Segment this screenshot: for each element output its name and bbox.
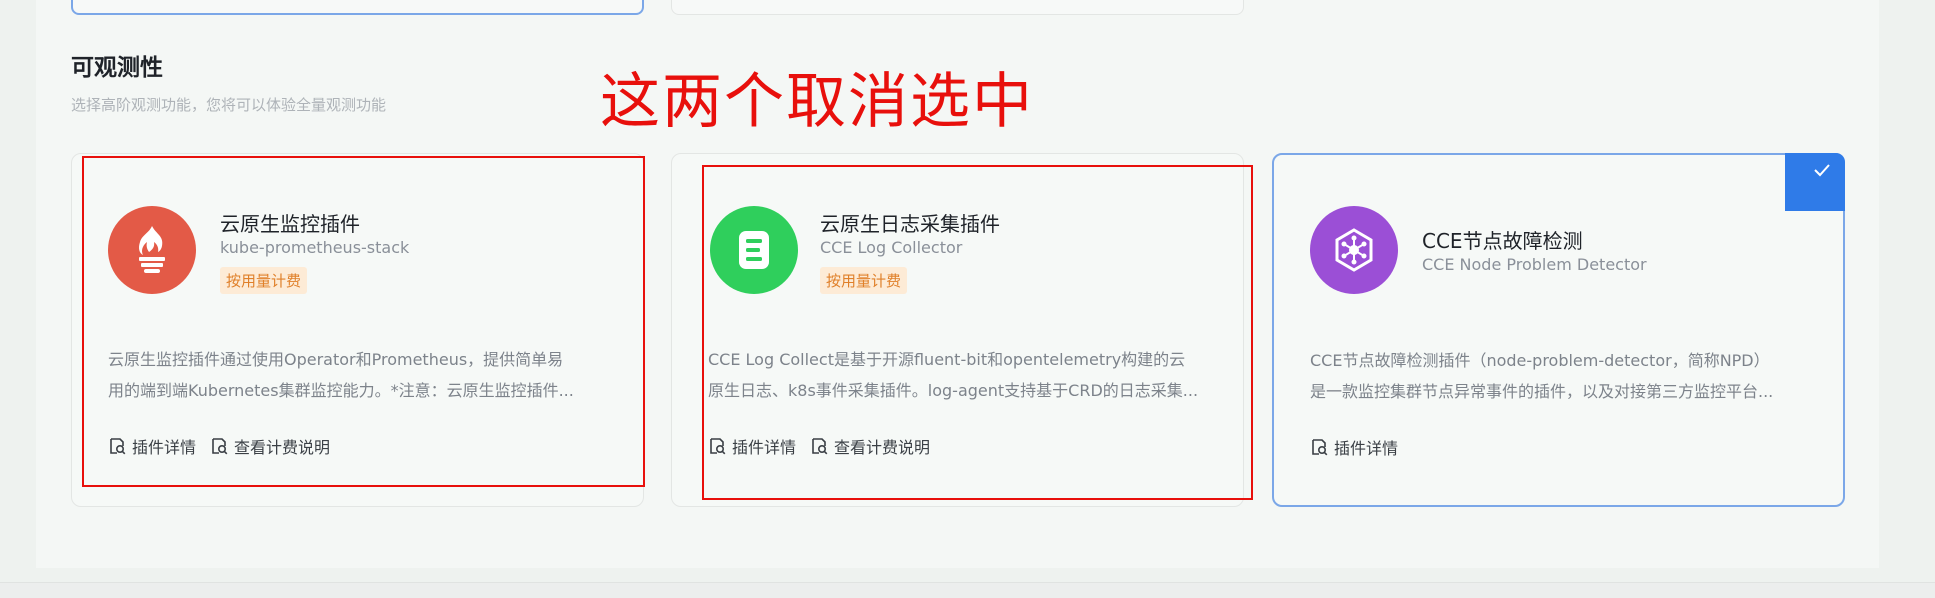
addon-details-label: 插件详情 (732, 438, 797, 457)
addon-name: 云原生监控插件 (220, 212, 360, 236)
addon-subtitle: CCE Log Collector (820, 238, 963, 257)
addon-description-line: 云原生监控插件通过使用Operator和Prometheus，提供简单易 (108, 350, 564, 369)
billing-info-label: 查看计费说明 (234, 438, 331, 457)
billing-info-link[interactable]: 查看计费说明 (210, 434, 330, 458)
section-title: 可观测性 (71, 55, 163, 81)
addon-details-link[interactable]: 插件详情 (1310, 435, 1398, 459)
addon-subtitle: CCE Node Problem Detector (1422, 255, 1647, 274)
prometheus-flame-icon (108, 206, 196, 294)
hexagon-network-icon (1310, 206, 1398, 294)
search-doc-icon (110, 438, 126, 455)
addon-description-line: 用的端到端Kubernetes集群监控能力。*注意：云原生监控插件... (108, 381, 574, 400)
addon-card-prometheus[interactable]: 云原生监控插件 kube-prometheus-stack 按用量计费 云原生监… (71, 153, 644, 507)
addon-details-label: 插件详情 (132, 438, 197, 457)
addon-card-log-collector[interactable]: 云原生日志采集插件 CCE Log Collector 按用量计费 CCE Lo… (671, 153, 1244, 507)
addon-card-node-problem-detector[interactable]: CCE节点故障检测 CCE Node Problem Detector CCE节… (1272, 153, 1845, 507)
billing-badge: 按用量计费 (220, 267, 308, 294)
addon-name: CCE节点故障检测 (1422, 229, 1583, 253)
previous-section-card[interactable] (671, 0, 1244, 15)
billing-info-link[interactable]: 查看计费说明 (810, 434, 930, 458)
search-doc-icon (812, 438, 828, 455)
addon-description-line: CCE节点故障检测插件（node-problem-detector，简称NPD） (1310, 351, 1770, 370)
search-doc-icon (212, 438, 228, 455)
section-description: 选择高阶观测功能，您将可以体验全量观测功能 (71, 96, 387, 114)
addon-details-label: 插件详情 (1334, 439, 1399, 458)
search-doc-icon (1312, 439, 1328, 456)
search-doc-icon (710, 438, 726, 455)
billing-badge: 按用量计费 (820, 267, 908, 294)
annotation-text: 这两个取消选中 (600, 67, 1034, 137)
addon-details-link[interactable]: 插件详情 (708, 434, 796, 458)
addon-description-line: CCE Log Collect是基于开源fluent-bit和opentelem… (708, 350, 1186, 369)
addon-description: 云原生监控插件通过使用Operator和Prometheus，提供简单易 用的端… (108, 344, 608, 406)
addon-name: 云原生日志采集插件 (820, 212, 1000, 236)
billing-info-label: 查看计费说明 (834, 438, 931, 457)
log-document-icon (710, 206, 798, 294)
previous-section-card-selected[interactable] (71, 0, 644, 15)
selected-check-badge (1785, 153, 1845, 211)
check-icon (1814, 164, 1830, 177)
addon-details-link[interactable]: 插件详情 (108, 434, 196, 458)
addon-description: CCE节点故障检测插件（node-problem-detector，简称NPD）… (1310, 345, 1810, 407)
addon-subtitle: kube-prometheus-stack (220, 238, 410, 257)
addon-description-line: 是一款监控集群节点异常事件的插件，以及对接第三方监控平台... (1310, 382, 1774, 401)
addon-description: CCE Log Collect是基于开源fluent-bit和opentelem… (708, 344, 1208, 406)
addon-description-line: 原生日志、k8s事件采集插件。log-agent支持基于CRD的日志采集... (708, 381, 1199, 400)
footer-strip (0, 582, 1935, 598)
